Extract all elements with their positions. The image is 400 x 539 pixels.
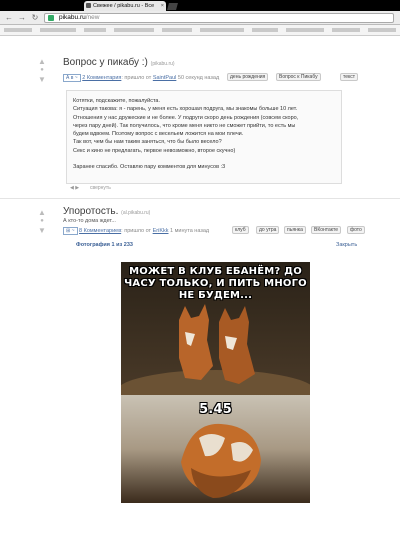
bookmark-item[interactable]: [368, 28, 396, 32]
post-badge[interactable]: А в ~: [63, 74, 81, 82]
comments-link[interactable]: 2 Комментария: [82, 75, 121, 81]
post-divider: [0, 198, 400, 199]
comments-link[interactable]: 8 Комментариев: [79, 228, 121, 234]
post-title[interactable]: Упоротость. (al.pikabu.ru): [63, 206, 150, 217]
tag[interactable]: клуб: [232, 226, 249, 234]
rating-dot-icon: ●: [40, 218, 44, 224]
bookmark-item[interactable]: [332, 28, 360, 32]
favicon-icon: [86, 3, 91, 8]
bookmarks-bar: [0, 25, 400, 36]
post-time: 50 секунд назад: [177, 75, 220, 81]
tag[interactable]: текст: [340, 73, 359, 81]
body-line: будем вдвоем. Поэтому вопрос с весельем …: [73, 131, 244, 138]
site-favicon-icon: [48, 15, 54, 21]
bookmark-item[interactable]: [162, 28, 192, 32]
photo-caption-top: МОЖЕТ В КЛУБ ЕБАНЁМ? ДО ЧАСУ ТОЛЬКО, И П…: [124, 266, 307, 301]
bookmark-item[interactable]: [40, 28, 76, 32]
bookmark-item[interactable]: [84, 28, 106, 32]
bookmark-item[interactable]: [4, 28, 32, 32]
rating-controls: ▲ ● ▼: [36, 208, 48, 235]
body-line: Секс и кино не предлагать, первое невозм…: [73, 147, 236, 154]
tag[interactable]: фото: [347, 226, 365, 234]
post-title-text[interactable]: Вопрос у пикабу :): [63, 57, 148, 68]
posted-by-label: : пришло от: [121, 75, 152, 81]
tag[interactable]: Вопрос к Пикабу: [276, 73, 321, 81]
browser-tab[interactable]: Свежее / pikabu.ru - Все ×: [84, 1, 166, 11]
tag[interactable]: пьянка: [284, 226, 306, 234]
post-time: 1 минута назад: [170, 228, 210, 234]
tag[interactable]: день рождения: [227, 73, 269, 81]
browser-tabbar: Свежее / pikabu.ru - Все ×: [0, 0, 400, 11]
back-arrow-icon[interactable]: ←: [4, 13, 14, 23]
address-bar[interactable]: pikabu.ru/new: [44, 13, 394, 23]
photo-caption-time: 5.45: [199, 402, 232, 417]
gallery-close-link[interactable]: Закрыть: [336, 242, 357, 248]
photo-counter: Фотография 1 из 233: [76, 242, 133, 248]
post-source: (pikabu.ru): [150, 61, 175, 67]
rating-controls: ▲ ● ▼: [36, 57, 48, 84]
bookmark-item[interactable]: [114, 28, 154, 32]
author-link[interactable]: EriKkk: [153, 228, 169, 234]
url-path: /new: [85, 14, 100, 21]
tag[interactable]: ВКонтакте: [311, 226, 342, 234]
post-source: (al.pikabu.ru): [121, 210, 151, 216]
new-tab-button[interactable]: [167, 3, 178, 10]
bookmark-item[interactable]: [286, 28, 324, 32]
post-title-text[interactable]: Упоротость.: [63, 206, 118, 217]
post-badge[interactable]: ⊞ ~: [63, 227, 78, 235]
body-line: Так вот, чем бы нам таким заняться, что …: [73, 139, 222, 146]
post-meta: А в ~ 2 Комментария: пришло от SaintPaul…: [63, 74, 219, 82]
tag[interactable]: до утра: [256, 226, 280, 234]
body-line: Ситуация такова: я - парень, у меня есть…: [73, 106, 298, 113]
reload-icon[interactable]: ↻: [30, 13, 40, 23]
body-line: Котятки, подскажите, пожалуйста.: [73, 98, 161, 104]
body-line: Заранее спасибо. Оставлю пару комментов …: [73, 164, 226, 171]
body-line: через пару дней). Так получилось, что кр…: [73, 122, 296, 129]
upvote-icon[interactable]: ▲: [36, 208, 48, 217]
post-meta: ⊞ ~ 8 Комментариев: пришло от EriKkk 1 м…: [63, 227, 209, 235]
body-line: Отношения у нас дружеские и не более. У …: [73, 114, 299, 121]
upvote-icon[interactable]: ▲: [36, 57, 48, 66]
url-host: pikabu.ru: [59, 14, 86, 21]
post-photo[interactable]: МОЖЕТ В КЛУБ ЕБАНЁМ? ДО ЧАСУ ТОЛЬКО, И П…: [121, 262, 310, 503]
bookmark-item[interactable]: [252, 28, 278, 32]
browser-toolbar: ← → ↻ pikabu.ru/new: [0, 11, 400, 25]
rating-dot-icon: ●: [40, 67, 44, 73]
author-link[interactable]: SaintPaul: [153, 75, 177, 81]
close-tab-icon[interactable]: ×: [161, 1, 164, 11]
forward-arrow-icon[interactable]: →: [17, 13, 27, 23]
post-title[interactable]: Вопрос у пикабу :) (pikabu.ru): [63, 57, 175, 68]
bookmark-item[interactable]: [200, 28, 244, 32]
collapse-link[interactable]: свернуть: [90, 185, 111, 191]
tab-title: Свежее / pikabu.ru - Все: [93, 3, 155, 9]
post-body: Котятки, подскажите, пожалуйста. Ситуаци…: [66, 90, 342, 184]
downvote-icon[interactable]: ▼: [36, 75, 48, 84]
page-content: ▲ ● ▼ Вопрос у пикабу :) (pikabu.ru) А в…: [0, 36, 400, 539]
body-line: [73, 155, 335, 163]
post-subtitle: А кто-то дома ждет...: [63, 218, 116, 224]
posted-by-label: : пришло от: [121, 228, 152, 234]
downvote-icon[interactable]: ▼: [36, 226, 48, 235]
collapse-icon[interactable]: ◀ ▶: [70, 185, 79, 191]
